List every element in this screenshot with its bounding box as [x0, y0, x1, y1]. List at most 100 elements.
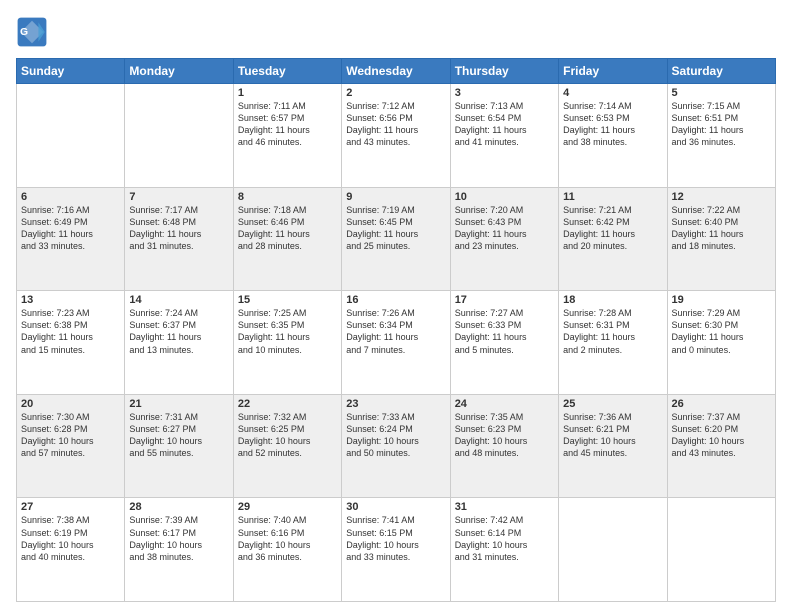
calendar-cell: 2Sunrise: 7:12 AM Sunset: 6:56 PM Daylig… [342, 84, 450, 188]
day-info: Sunrise: 7:35 AM Sunset: 6:23 PM Dayligh… [455, 411, 554, 460]
day-number: 17 [455, 294, 554, 306]
day-number: 5 [672, 87, 771, 99]
day-info: Sunrise: 7:15 AM Sunset: 6:51 PM Dayligh… [672, 100, 771, 149]
calendar-cell: 16Sunrise: 7:26 AM Sunset: 6:34 PM Dayli… [342, 291, 450, 395]
calendar-cell: 23Sunrise: 7:33 AM Sunset: 6:24 PM Dayli… [342, 394, 450, 498]
day-info: Sunrise: 7:21 AM Sunset: 6:42 PM Dayligh… [563, 204, 662, 253]
day-info: Sunrise: 7:32 AM Sunset: 6:25 PM Dayligh… [238, 411, 337, 460]
day-info: Sunrise: 7:27 AM Sunset: 6:33 PM Dayligh… [455, 307, 554, 356]
calendar-week-row: 1Sunrise: 7:11 AM Sunset: 6:57 PM Daylig… [17, 84, 776, 188]
calendar-cell: 21Sunrise: 7:31 AM Sunset: 6:27 PM Dayli… [125, 394, 233, 498]
day-number: 11 [563, 191, 662, 203]
calendar-cell: 1Sunrise: 7:11 AM Sunset: 6:57 PM Daylig… [233, 84, 341, 188]
calendar-cell: 18Sunrise: 7:28 AM Sunset: 6:31 PM Dayli… [559, 291, 667, 395]
day-number: 28 [129, 501, 228, 513]
day-info: Sunrise: 7:19 AM Sunset: 6:45 PM Dayligh… [346, 204, 445, 253]
calendar-cell: 19Sunrise: 7:29 AM Sunset: 6:30 PM Dayli… [667, 291, 775, 395]
calendar-header-row: SundayMondayTuesdayWednesdayThursdayFrid… [17, 59, 776, 84]
day-number: 7 [129, 191, 228, 203]
day-info: Sunrise: 7:42 AM Sunset: 6:14 PM Dayligh… [455, 514, 554, 563]
day-number: 22 [238, 398, 337, 410]
svg-text:G: G [20, 27, 28, 38]
day-info: Sunrise: 7:36 AM Sunset: 6:21 PM Dayligh… [563, 411, 662, 460]
calendar-cell: 13Sunrise: 7:23 AM Sunset: 6:38 PM Dayli… [17, 291, 125, 395]
calendar-cell: 6Sunrise: 7:16 AM Sunset: 6:49 PM Daylig… [17, 187, 125, 291]
calendar-cell [559, 498, 667, 602]
day-number: 8 [238, 191, 337, 203]
page: G SundayMondayTuesdayWednesdayThursdayFr… [0, 0, 792, 612]
day-number: 30 [346, 501, 445, 513]
calendar-cell: 25Sunrise: 7:36 AM Sunset: 6:21 PM Dayli… [559, 394, 667, 498]
day-info: Sunrise: 7:41 AM Sunset: 6:15 PM Dayligh… [346, 514, 445, 563]
day-info: Sunrise: 7:24 AM Sunset: 6:37 PM Dayligh… [129, 307, 228, 356]
day-info: Sunrise: 7:28 AM Sunset: 6:31 PM Dayligh… [563, 307, 662, 356]
calendar-cell: 31Sunrise: 7:42 AM Sunset: 6:14 PM Dayli… [450, 498, 558, 602]
weekday-header-saturday: Saturday [667, 59, 775, 84]
day-number: 25 [563, 398, 662, 410]
calendar-week-row: 20Sunrise: 7:30 AM Sunset: 6:28 PM Dayli… [17, 394, 776, 498]
weekday-header-wednesday: Wednesday [342, 59, 450, 84]
day-number: 21 [129, 398, 228, 410]
day-info: Sunrise: 7:23 AM Sunset: 6:38 PM Dayligh… [21, 307, 120, 356]
calendar-cell: 30Sunrise: 7:41 AM Sunset: 6:15 PM Dayli… [342, 498, 450, 602]
weekday-header-tuesday: Tuesday [233, 59, 341, 84]
day-number: 16 [346, 294, 445, 306]
logo-icon: G [16, 16, 48, 48]
calendar-cell: 29Sunrise: 7:40 AM Sunset: 6:16 PM Dayli… [233, 498, 341, 602]
calendar-cell: 12Sunrise: 7:22 AM Sunset: 6:40 PM Dayli… [667, 187, 775, 291]
calendar-cell [667, 498, 775, 602]
day-number: 29 [238, 501, 337, 513]
day-number: 20 [21, 398, 120, 410]
day-info: Sunrise: 7:22 AM Sunset: 6:40 PM Dayligh… [672, 204, 771, 253]
day-number: 19 [672, 294, 771, 306]
weekday-header-monday: Monday [125, 59, 233, 84]
calendar-cell: 8Sunrise: 7:18 AM Sunset: 6:46 PM Daylig… [233, 187, 341, 291]
day-number: 4 [563, 87, 662, 99]
calendar-cell: 9Sunrise: 7:19 AM Sunset: 6:45 PM Daylig… [342, 187, 450, 291]
calendar-cell: 14Sunrise: 7:24 AM Sunset: 6:37 PM Dayli… [125, 291, 233, 395]
calendar-table: SundayMondayTuesdayWednesdayThursdayFrid… [16, 58, 776, 602]
calendar-cell: 17Sunrise: 7:27 AM Sunset: 6:33 PM Dayli… [450, 291, 558, 395]
day-info: Sunrise: 7:17 AM Sunset: 6:48 PM Dayligh… [129, 204, 228, 253]
calendar-cell: 22Sunrise: 7:32 AM Sunset: 6:25 PM Dayli… [233, 394, 341, 498]
day-number: 3 [455, 87, 554, 99]
calendar-cell: 11Sunrise: 7:21 AM Sunset: 6:42 PM Dayli… [559, 187, 667, 291]
calendar-cell: 3Sunrise: 7:13 AM Sunset: 6:54 PM Daylig… [450, 84, 558, 188]
day-number: 31 [455, 501, 554, 513]
day-info: Sunrise: 7:25 AM Sunset: 6:35 PM Dayligh… [238, 307, 337, 356]
day-info: Sunrise: 7:20 AM Sunset: 6:43 PM Dayligh… [455, 204, 554, 253]
calendar-cell: 15Sunrise: 7:25 AM Sunset: 6:35 PM Dayli… [233, 291, 341, 395]
calendar-week-row: 27Sunrise: 7:38 AM Sunset: 6:19 PM Dayli… [17, 498, 776, 602]
day-info: Sunrise: 7:39 AM Sunset: 6:17 PM Dayligh… [129, 514, 228, 563]
day-number: 18 [563, 294, 662, 306]
day-number: 26 [672, 398, 771, 410]
calendar-cell: 28Sunrise: 7:39 AM Sunset: 6:17 PM Dayli… [125, 498, 233, 602]
calendar-cell: 4Sunrise: 7:14 AM Sunset: 6:53 PM Daylig… [559, 84, 667, 188]
calendar-cell: 10Sunrise: 7:20 AM Sunset: 6:43 PM Dayli… [450, 187, 558, 291]
logo: G [16, 16, 52, 48]
day-info: Sunrise: 7:29 AM Sunset: 6:30 PM Dayligh… [672, 307, 771, 356]
calendar-cell: 27Sunrise: 7:38 AM Sunset: 6:19 PM Dayli… [17, 498, 125, 602]
day-number: 2 [346, 87, 445, 99]
day-number: 27 [21, 501, 120, 513]
weekday-header-sunday: Sunday [17, 59, 125, 84]
day-number: 23 [346, 398, 445, 410]
day-info: Sunrise: 7:38 AM Sunset: 6:19 PM Dayligh… [21, 514, 120, 563]
day-number: 9 [346, 191, 445, 203]
calendar-cell: 20Sunrise: 7:30 AM Sunset: 6:28 PM Dayli… [17, 394, 125, 498]
day-number: 12 [672, 191, 771, 203]
calendar-week-row: 13Sunrise: 7:23 AM Sunset: 6:38 PM Dayli… [17, 291, 776, 395]
day-info: Sunrise: 7:12 AM Sunset: 6:56 PM Dayligh… [346, 100, 445, 149]
weekday-header-friday: Friday [559, 59, 667, 84]
header: G [16, 16, 776, 48]
day-number: 6 [21, 191, 120, 203]
day-info: Sunrise: 7:13 AM Sunset: 6:54 PM Dayligh… [455, 100, 554, 149]
day-number: 24 [455, 398, 554, 410]
day-info: Sunrise: 7:33 AM Sunset: 6:24 PM Dayligh… [346, 411, 445, 460]
day-info: Sunrise: 7:16 AM Sunset: 6:49 PM Dayligh… [21, 204, 120, 253]
day-info: Sunrise: 7:37 AM Sunset: 6:20 PM Dayligh… [672, 411, 771, 460]
calendar-cell [125, 84, 233, 188]
day-number: 14 [129, 294, 228, 306]
calendar-cell: 24Sunrise: 7:35 AM Sunset: 6:23 PM Dayli… [450, 394, 558, 498]
day-info: Sunrise: 7:26 AM Sunset: 6:34 PM Dayligh… [346, 307, 445, 356]
